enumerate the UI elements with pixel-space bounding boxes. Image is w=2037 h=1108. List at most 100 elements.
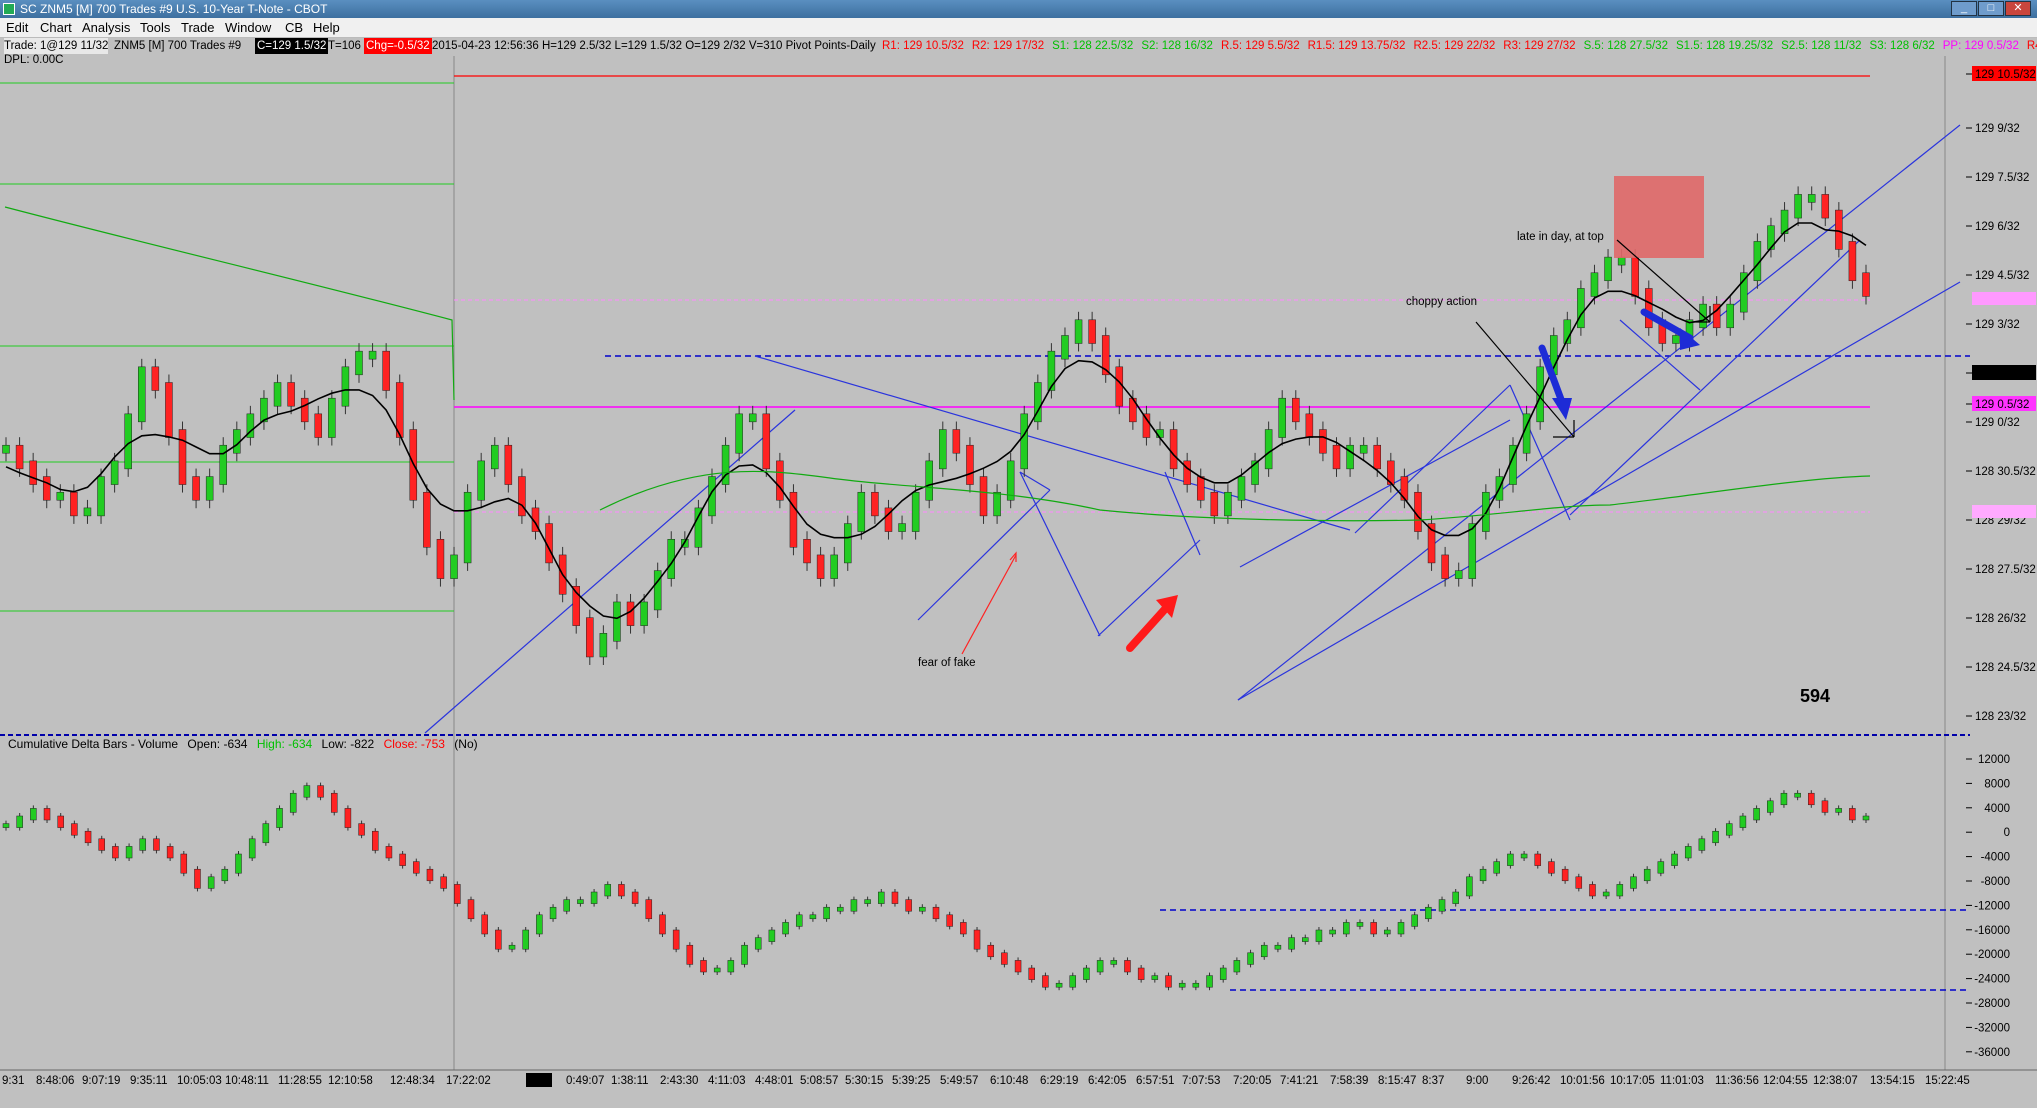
delta-label-7: -16000 [1974,925,2010,937]
delta-body [1479,868,1487,882]
annotation-fear-of-fake: fear of fake [918,657,976,669]
candle-body [1441,554,1449,579]
price-label-1: 129 9/32 [1975,123,2020,135]
time-label-4: 10:05:03 [177,1075,222,1087]
candle-body [1848,241,1857,282]
price-label-14: 128 23/32 [1975,711,2026,723]
ohlc-info: 2015-04-23 12:56:36 H=129 2.5/32 L=129 1… [432,40,876,52]
delta-body [1165,975,1172,988]
menu-analysis[interactable]: Analysis [82,20,130,35]
subchart-low: Low: -822 [321,737,375,751]
time-label-21: 6:29:19 [1040,1075,1078,1087]
candle-body [1359,444,1368,454]
menu-trade[interactable]: Trade [181,20,214,35]
menu-cb[interactable]: CB [285,20,303,35]
candle-body [626,601,635,626]
delta-body [1425,906,1432,920]
candle-body [1373,444,1381,470]
menu-tools[interactable]: Tools [140,20,170,35]
delta-body [1192,982,1200,988]
delta-body [385,846,393,859]
candle-body [993,491,1001,517]
price-chart[interactable]: late in day, at top choppy action fear o… [0,54,2037,1108]
price-label-13: 128 24.5/32 [1975,662,2036,674]
delta-body [330,792,338,813]
delta-body [754,937,762,950]
candle-body [504,444,513,485]
delta-body [932,906,940,920]
price-candles [2,186,1870,665]
delta-body [618,884,625,897]
candle-body [42,476,51,501]
candle-body [1346,444,1354,470]
chart-info-bar: Trade: 1@129 11/32 ZNM5 [M] 700 Trades #… [0,38,2037,54]
delta-label-1: 8000 [1984,778,2010,790]
delta-body [631,891,639,904]
menu-help[interactable]: Help [313,20,340,35]
highlight-box [1614,176,1704,258]
candle-body [1740,272,1748,313]
candle-body [138,366,146,423]
delta-body [795,914,803,927]
app-icon [3,3,15,15]
minimize-button[interactable]: _ [1951,1,1977,16]
delta-body [1274,944,1282,950]
delta-label-5: -8000 [1981,876,2010,888]
delta-body [1767,800,1774,813]
delta-body [276,808,283,828]
price-label-4: 129 4.5/32 [1975,270,2029,282]
delta-body [1780,792,1788,806]
time-label-3: 9:35:11 [130,1075,168,1087]
candle-body [368,350,377,360]
candle-body [97,476,105,517]
menu-edit[interactable]: Edit [6,20,28,35]
candle-body [694,507,703,548]
delta-body [590,891,598,904]
candle-body [477,460,485,501]
candle-body [83,507,92,517]
window-titlebar[interactable]: SC ZNM5 [M] 700 Trades #9 U.S. 10-Year T… [0,0,2037,18]
delta-body [1151,975,1159,980]
delta-label-3: 0 [2004,827,2010,839]
time-label-37: 12:38:07 [1813,1075,1858,1087]
delta-body [372,830,379,851]
menu-window[interactable]: Window [225,20,271,35]
delta-body [467,899,475,920]
delta-body [522,929,529,950]
fear-arrow [961,554,1017,655]
delta-body [454,884,461,904]
delta-body [823,906,830,920]
time-label-30: 9:00 [1466,1075,1488,1087]
time-axis[interactable]: 9:31 8:48:06 9:07:19 9:35:11 10:05:03 10:48:1… [2,1073,1970,1087]
delta-body [1014,960,1022,973]
delta-body [1808,792,1815,806]
candle-body [1319,429,1327,454]
time-label-20: 6:10:48 [990,1075,1028,1087]
pivot-0: R1: 129 10.5/32 [882,40,964,52]
close-button[interactable]: ✕ [2005,1,2031,16]
time-label-39: 15:22:45 [1925,1075,1970,1087]
delta-body [1589,884,1596,897]
price-axis[interactable]: 129 10.5/32 129 9/32 129 7.5/32 129 6/32 129… [1966,66,2036,723]
pivot-12: PP: 129 0.5/32 [1942,40,2019,52]
delta-axis[interactable]: 12000 8000 4000 0 -4000 -8000 -12000 -16000 -200… [1966,754,2010,1059]
candle-body [871,491,879,517]
delta-body [1370,922,1377,935]
candle-body [151,366,160,391]
maximize-button[interactable]: □ [1978,1,2004,16]
subchart-open: Open: -634 [187,737,248,751]
delta-body [878,891,885,904]
delta-body [700,960,707,973]
menu-chart[interactable]: Chart [40,20,72,35]
candle-body [355,350,363,376]
delta-body [1069,975,1077,988]
time-label-23: 6:57:51 [1136,1075,1174,1087]
delta-body [1083,967,1090,980]
candle-body [640,601,648,626]
delta-body [495,929,502,950]
candle-body [1292,397,1300,423]
candle-body [205,476,214,501]
delta-body [1055,982,1063,988]
candle-body [1115,366,1124,407]
fast-moving-average [5,222,1867,620]
